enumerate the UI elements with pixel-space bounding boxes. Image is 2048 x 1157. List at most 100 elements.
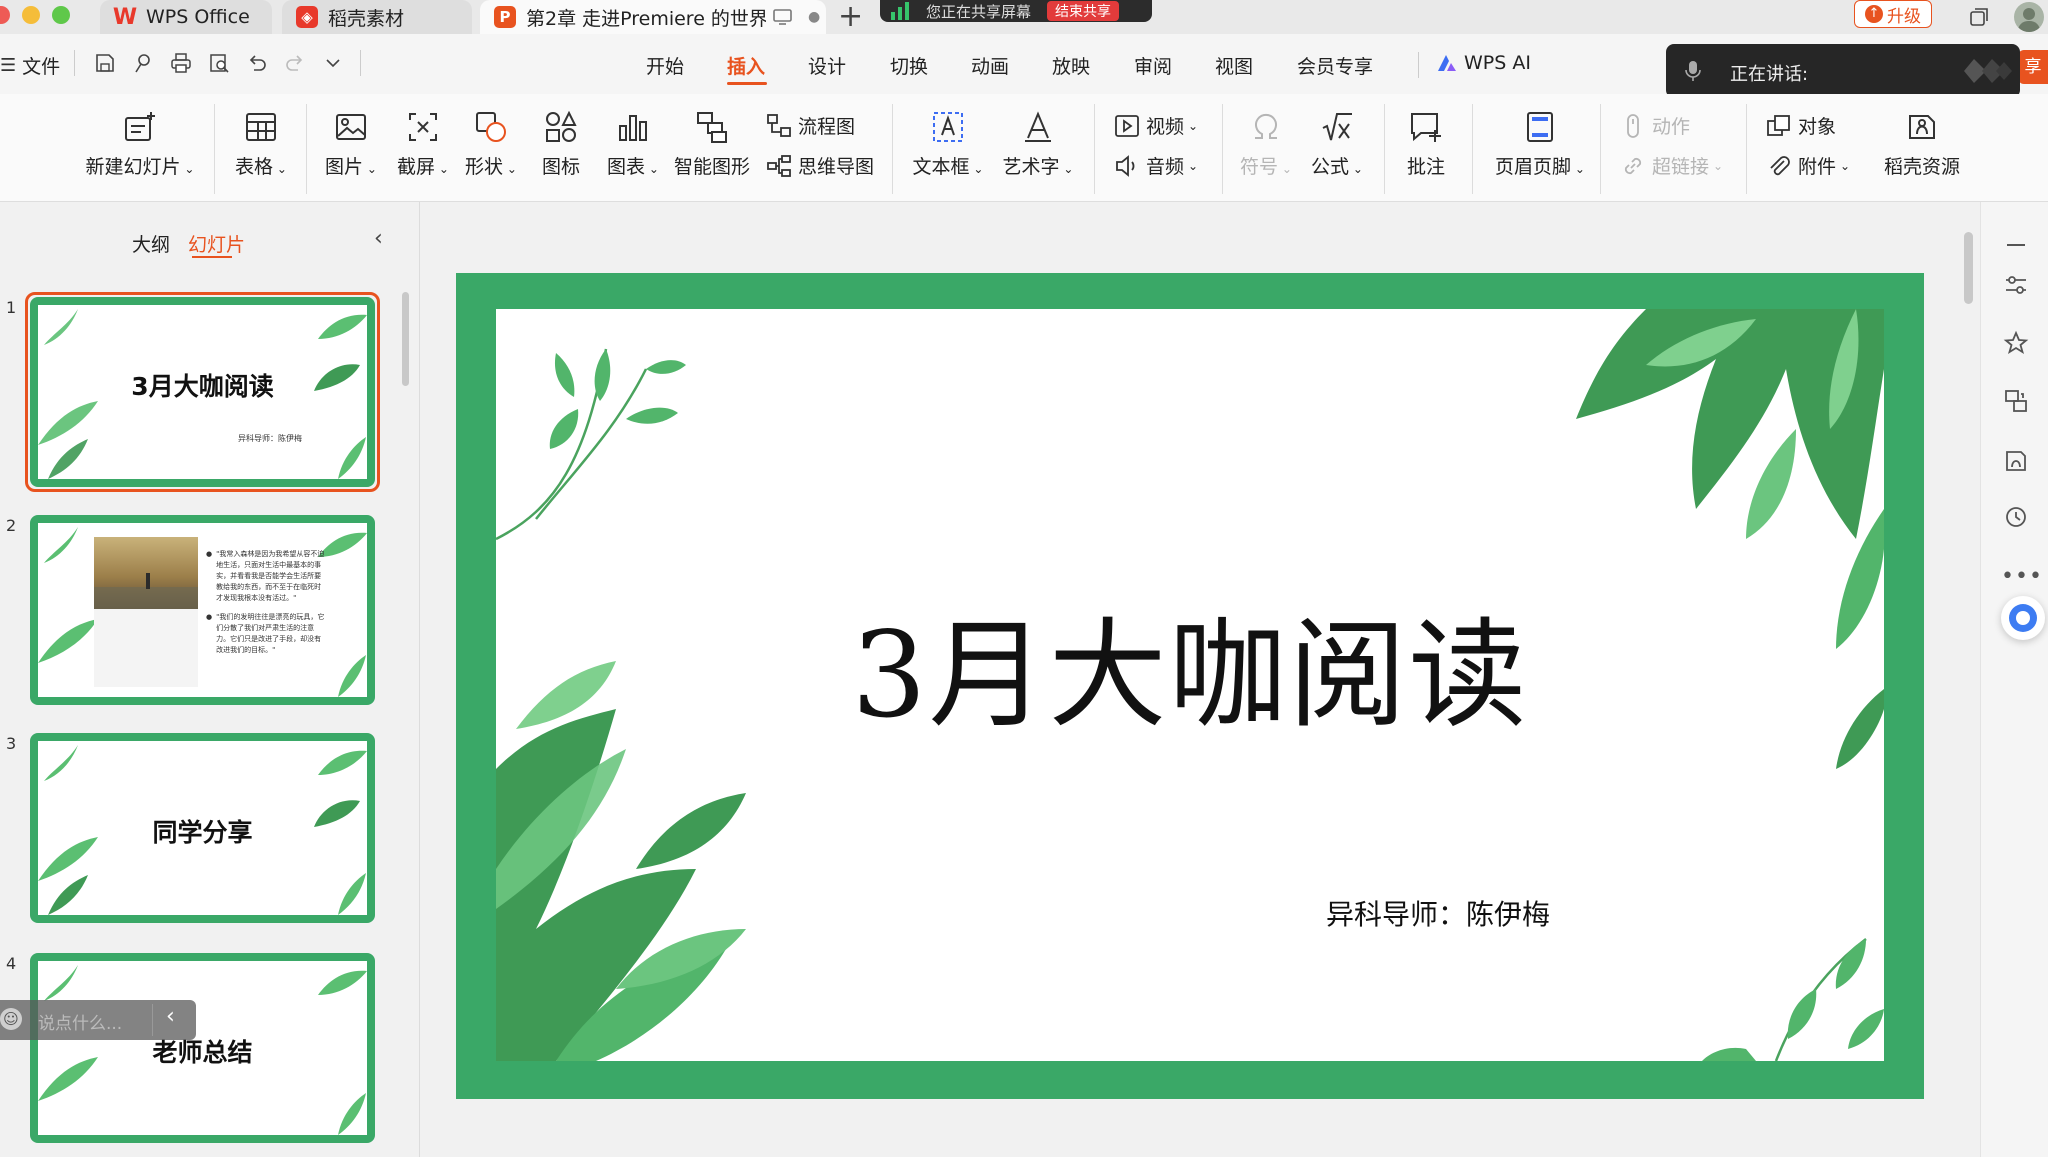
picture-button[interactable]: 图片 ⌄ bbox=[318, 110, 384, 179]
chat-input-box[interactable]: ☺ 说点什么... ‹ bbox=[0, 1000, 196, 1040]
format-painter-icon[interactable] bbox=[132, 52, 154, 74]
upgrade-button[interactable]: ↑ 升级 bbox=[1854, 0, 1932, 28]
book-cover-image bbox=[94, 537, 198, 687]
file-menu-label: 文件 bbox=[22, 56, 61, 78]
formula-button[interactable]: 公式 ⌄ bbox=[1304, 110, 1370, 179]
speaker-avatar-icon bbox=[1964, 59, 2012, 83]
flowchart-button[interactable]: 流程图 bbox=[766, 112, 855, 139]
smart-graphic-button[interactable]: 智能图形 bbox=[670, 110, 754, 179]
table-button[interactable]: 表格 ⌄ bbox=[226, 110, 296, 179]
slide-thumbnail-4[interactable]: 老师总结 bbox=[30, 953, 375, 1143]
print-icon[interactable] bbox=[170, 52, 192, 74]
attachment-button[interactable]: 附件 ⌄ bbox=[1766, 152, 1850, 179]
hamburger-icon: ☰ bbox=[0, 55, 17, 76]
tab-slideshow[interactable]: 放映 bbox=[1052, 52, 1090, 79]
slide-content-area: 3月大咖阅读 异科导师：陈伊梅 bbox=[496, 309, 1884, 1061]
audio-button[interactable]: 音频 ⌄ bbox=[1114, 152, 1198, 179]
slide-title[interactable]: 3月大咖阅读 bbox=[496, 579, 1884, 750]
main-slide[interactable]: 3月大咖阅读 异科导师：陈伊梅 bbox=[456, 273, 1924, 1099]
window-mode-icon[interactable] bbox=[1968, 6, 1990, 28]
shape-button[interactable]: 形状 ⌄ bbox=[458, 110, 524, 179]
share-status-text: 您正在共享屏幕 bbox=[926, 2, 1032, 21]
slide-thumbnail-1[interactable]: 3月大咖阅读 异科导师：陈伊梅 bbox=[30, 297, 375, 487]
slide-subtitle[interactable]: 异科导师：陈伊梅 bbox=[1326, 893, 1550, 933]
wps-ai-label: WPS AI bbox=[1464, 52, 1531, 74]
user-avatar[interactable] bbox=[2014, 2, 2044, 32]
tab-animations[interactable]: 动画 bbox=[971, 52, 1009, 79]
tab-home[interactable]: 开始 bbox=[646, 52, 684, 79]
tab-label: 稻壳素材 bbox=[328, 7, 405, 30]
comment-label: 批注 bbox=[1406, 156, 1445, 178]
unsaved-dot-icon: ● bbox=[808, 9, 821, 25]
resources-icon[interactable] bbox=[2003, 448, 2029, 474]
chart-button[interactable]: 图表 ⌄ bbox=[598, 110, 668, 179]
canvas-scrollbar[interactable] bbox=[1964, 232, 1973, 304]
transform-icon[interactable] bbox=[2003, 388, 2029, 414]
new-slide-button[interactable]: 新建幻灯片 ⌄ bbox=[80, 110, 200, 179]
docer-resources-button[interactable]: 稻壳资源 bbox=[1866, 110, 1978, 179]
tab-member-exclusive[interactable]: 会员专享 bbox=[1297, 52, 1373, 79]
thumbnail-title: 同学分享 bbox=[152, 818, 253, 847]
slide-thumbnail-3[interactable]: 同学分享 bbox=[30, 733, 375, 923]
symbol-button[interactable]: 符号 ⌄ bbox=[1234, 110, 1298, 179]
assistant-button[interactable] bbox=[2001, 596, 2045, 640]
monitor-icon bbox=[773, 9, 792, 25]
icon-button[interactable]: 图标 bbox=[530, 110, 592, 179]
video-label: 视频 bbox=[1146, 116, 1185, 138]
screen-share-bar: 您正在共享屏幕 结束共享 bbox=[880, 0, 1152, 22]
print-preview-icon[interactable] bbox=[208, 52, 230, 74]
divider bbox=[360, 50, 361, 76]
comment-button[interactable]: 批注 bbox=[1398, 110, 1454, 179]
collapse-pane-icon[interactable]: ‹ bbox=[374, 226, 383, 251]
tab-current-document[interactable]: P 第2章 走进Premiere 的世界 ● bbox=[480, 0, 826, 34]
textbox-button[interactable]: 文本框 ⌄ bbox=[906, 110, 990, 179]
tab-docer-materials[interactable]: ◈ 稻壳素材 bbox=[282, 0, 472, 34]
divider bbox=[1600, 104, 1601, 194]
action-button[interactable]: 动作 bbox=[1620, 112, 1690, 139]
wordart-button[interactable]: 艺术字 ⌄ bbox=[996, 110, 1080, 179]
slide-number: 4 bbox=[6, 954, 17, 973]
share-button[interactable]: 享 bbox=[2018, 50, 2048, 84]
more-icon[interactable]: ••• bbox=[2001, 564, 2043, 589]
file-menu[interactable]: ☰ 文件 bbox=[0, 52, 60, 79]
history-icon[interactable] bbox=[2003, 504, 2029, 530]
star-icon[interactable] bbox=[2003, 330, 2029, 356]
screenshot-button[interactable]: 截屏 ⌄ bbox=[390, 110, 456, 179]
chat-placeholder: 说点什么... bbox=[38, 1014, 123, 1034]
end-share-button[interactable]: 结束共享 bbox=[1047, 1, 1120, 21]
object-button[interactable]: 对象 bbox=[1766, 112, 1836, 139]
smiley-icon[interactable]: ☺ bbox=[0, 1008, 22, 1030]
wps-ai-button[interactable]: WPS AI bbox=[1436, 52, 1531, 74]
mindmap-button[interactable]: 思维导图 bbox=[766, 152, 874, 179]
hyperlink-button[interactable]: 超链接 ⌄ bbox=[1620, 152, 1723, 179]
tab-view[interactable]: 视图 bbox=[1215, 52, 1253, 79]
header-footer-button[interactable]: 页眉页脚 ⌄ bbox=[1488, 110, 1592, 179]
formula-label: 公式 bbox=[1311, 156, 1350, 178]
slide-thumbnail-2[interactable]: ● "我常入森林是因为我希望从容不迫地生活，只面对生活中最基本的事实，并看看我是否… bbox=[30, 515, 375, 705]
tab-outline[interactable]: 大纲 bbox=[132, 230, 170, 257]
minus-icon[interactable] bbox=[2003, 232, 2029, 258]
tab-design[interactable]: 设计 bbox=[808, 52, 846, 79]
tab-wps-office[interactable]: W WPS Office bbox=[100, 0, 272, 34]
redo-icon[interactable] bbox=[284, 52, 306, 74]
sliders-icon[interactable] bbox=[2003, 272, 2029, 298]
tab-insert[interactable]: 插入 bbox=[727, 52, 765, 79]
save-icon[interactable] bbox=[94, 52, 116, 74]
tab-slides[interactable]: 幻灯片 bbox=[188, 230, 245, 257]
minimize-window-button[interactable] bbox=[22, 6, 40, 24]
undo-icon[interactable] bbox=[246, 52, 268, 74]
zoom-window-button[interactable] bbox=[52, 6, 70, 24]
tab-review[interactable]: 审阅 bbox=[1134, 52, 1172, 79]
divider bbox=[306, 104, 307, 194]
close-window-button[interactable] bbox=[0, 6, 10, 24]
video-button[interactable]: 视频 ⌄ bbox=[1114, 112, 1198, 139]
tab-transitions[interactable]: 切换 bbox=[890, 52, 928, 79]
new-slide-label: 新建幻灯片 bbox=[85, 156, 181, 178]
comment-icon bbox=[1411, 113, 1441, 142]
new-tab-button[interactable]: + bbox=[838, 2, 863, 32]
chevron-down-icon[interactable] bbox=[322, 52, 344, 74]
docer-resources-icon bbox=[1909, 115, 1935, 139]
picture-icon bbox=[336, 114, 366, 140]
collapse-chat-icon[interactable]: ‹ bbox=[166, 1004, 175, 1029]
thumbnail-scrollbar[interactable] bbox=[402, 292, 409, 386]
